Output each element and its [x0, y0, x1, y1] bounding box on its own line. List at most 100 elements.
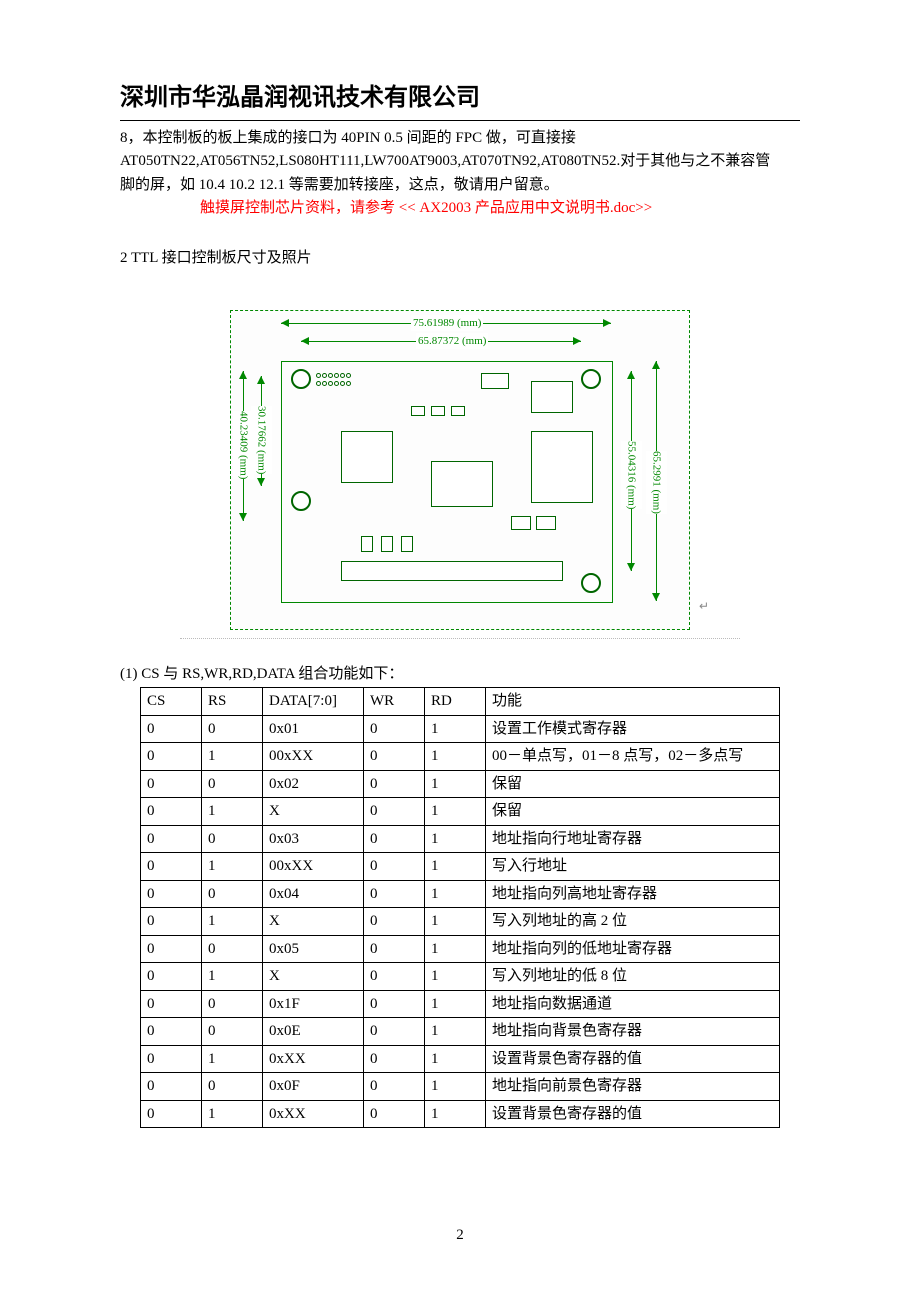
cell-rd: 1 — [425, 1100, 486, 1128]
cell-wr: 0 — [364, 935, 425, 963]
cell-cs: 0 — [141, 880, 202, 908]
cell-func: 保留 — [486, 770, 780, 798]
intro-line3: 脚的屏，如 10.4 10.2 12.1 等需要加转接座，这点，敬请用户留意。 — [120, 177, 559, 193]
cell-rs: 0 — [202, 1073, 263, 1101]
cell-func: 设置背景色寄存器的值 — [486, 1045, 780, 1073]
cell-cs: 0 — [141, 908, 202, 936]
cell-wr: 0 — [364, 853, 425, 881]
cell-rd: 1 — [425, 963, 486, 991]
cell-func: 地址指向列的低地址寄存器 — [486, 935, 780, 963]
cell-wr: 0 — [364, 825, 425, 853]
th-rs: RS — [202, 688, 263, 716]
chip-sm8 — [536, 516, 556, 530]
cell-rs: 0 — [202, 825, 263, 853]
table-row: 010xXX01设置背景色寄存器的值 — [141, 1045, 780, 1073]
th-cs: CS — [141, 688, 202, 716]
cell-func: 地址指向前景色寄存器 — [486, 1073, 780, 1101]
mount-hole-tr — [581, 369, 601, 389]
chip-conn — [341, 561, 563, 581]
cell-wr: 0 — [364, 1018, 425, 1046]
dim-right-inner: 55.04316 (mm) — [621, 441, 642, 509]
cell-cs: 0 — [141, 1018, 202, 1046]
cell-data: 0x0E — [263, 1018, 364, 1046]
signal-truth-table: CS RS DATA[7:0] WR RD 功能 000x0101设置工作模式寄… — [140, 687, 780, 1128]
table-row: 010xXX01设置背景色寄存器的值 — [141, 1100, 780, 1128]
cell-func: 地址指向背景色寄存器 — [486, 1018, 780, 1046]
cell-data: 0x1F — [263, 990, 364, 1018]
pcb-dimension-diagram: 75.61989 (mm) 65.87372 (mm) 40.23409 (mm… — [230, 310, 690, 630]
cell-rd: 1 — [425, 798, 486, 826]
cell-data: 00xXX — [263, 853, 364, 881]
cell-func: 写入列地址的高 2 位 — [486, 908, 780, 936]
cell-rs: 1 — [202, 908, 263, 936]
th-func: 功能 — [486, 688, 780, 716]
cell-func: 写入列地址的低 8 位 — [486, 963, 780, 991]
chip-u2 — [341, 431, 393, 483]
cell-data: 0x04 — [263, 880, 364, 908]
cell-rs: 0 — [202, 880, 263, 908]
table-row: 000x0101设置工作模式寄存器 — [141, 715, 780, 743]
cell-rd: 1 — [425, 880, 486, 908]
table-caption: (1) CS 与 RS,WR,RD,DATA 组合功能如下： — [120, 663, 800, 686]
cell-cs: 0 — [141, 743, 202, 771]
faint-dotted-rule — [180, 638, 740, 639]
cell-rs: 1 — [202, 1045, 263, 1073]
header-pins-2 — [316, 381, 351, 386]
intro-line2: AT050TN22,AT056TN52,LS080HT111,LW700AT90… — [120, 153, 770, 169]
cell-data: X — [263, 963, 364, 991]
cell-func: 设置背景色寄存器的值 — [486, 1100, 780, 1128]
cell-rd: 1 — [425, 935, 486, 963]
cell-rd: 1 — [425, 990, 486, 1018]
cell-rd: 1 — [425, 825, 486, 853]
chip-sm5 — [381, 536, 393, 552]
table-row: 000x0E01地址指向背景色寄存器 — [141, 1018, 780, 1046]
cell-wr: 0 — [364, 963, 425, 991]
table-row: 0100xXX0100－单点写，01－8 点写，02－多点写 — [141, 743, 780, 771]
cell-wr: 0 — [364, 715, 425, 743]
chip-osc — [481, 373, 509, 389]
cell-wr: 0 — [364, 880, 425, 908]
cell-rd: 1 — [425, 770, 486, 798]
chip-sm1 — [411, 406, 425, 416]
cell-rs: 0 — [202, 1018, 263, 1046]
cell-cs: 0 — [141, 798, 202, 826]
cell-rd: 1 — [425, 1018, 486, 1046]
reference-note: 触摸屏控制芯片资料，请参考 << AX2003 产品应用中文说明书.doc>> — [200, 197, 800, 220]
cell-wr: 0 — [364, 1045, 425, 1073]
cell-func: 地址指向列高地址寄存器 — [486, 880, 780, 908]
table-row: 01X01保留 — [141, 798, 780, 826]
cell-wr: 0 — [364, 770, 425, 798]
cell-data: 0xXX — [263, 1100, 364, 1128]
cell-rd: 1 — [425, 715, 486, 743]
dim-top-outer: 75.61989 (mm) — [411, 315, 483, 332]
dim-top-inner: 65.87372 (mm) — [416, 333, 488, 350]
cell-func: 00－单点写，01－8 点写，02－多点写 — [486, 743, 780, 771]
cell-data: 0xXX — [263, 1045, 364, 1073]
chip-sm3 — [451, 406, 465, 416]
cell-rs: 1 — [202, 1100, 263, 1128]
cell-cs: 0 — [141, 963, 202, 991]
cell-rd: 1 — [425, 908, 486, 936]
cell-rs: 0 — [202, 770, 263, 798]
cell-data: 0x01 — [263, 715, 364, 743]
table-row: 000x0201保留 — [141, 770, 780, 798]
cell-wr: 0 — [364, 990, 425, 1018]
cell-cs: 0 — [141, 715, 202, 743]
table-row: 000x0301地址指向行地址寄存器 — [141, 825, 780, 853]
chip-u4 — [531, 431, 593, 503]
th-wr: WR — [364, 688, 425, 716]
cell-func: 地址指向行地址寄存器 — [486, 825, 780, 853]
mount-hole-bl — [291, 491, 311, 511]
table-row: 0100xXX01写入行地址 — [141, 853, 780, 881]
th-data: DATA[7:0] — [263, 688, 364, 716]
company-title: 深圳市华泓晶润视讯技术有限公司 — [120, 80, 800, 116]
chip-sm4 — [361, 536, 373, 552]
cell-rd: 1 — [425, 1073, 486, 1101]
cell-rs: 0 — [202, 935, 263, 963]
cell-wr: 0 — [364, 743, 425, 771]
cell-data: X — [263, 798, 364, 826]
cell-wr: 0 — [364, 1100, 425, 1128]
cell-rs: 1 — [202, 853, 263, 881]
cell-func: 保留 — [486, 798, 780, 826]
cell-rs: 0 — [202, 715, 263, 743]
